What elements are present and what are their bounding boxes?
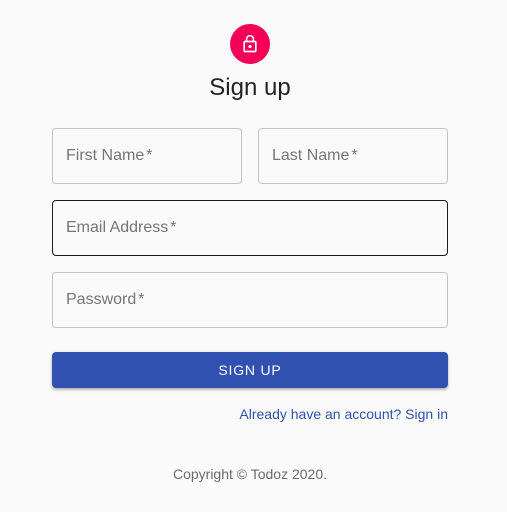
first-name-input[interactable] (53, 129, 241, 183)
avatar (230, 24, 270, 64)
password-field[interactable]: Password * (52, 272, 448, 328)
last-name-input[interactable] (259, 129, 447, 183)
sign-in-link[interactable]: Already have an account? Sign in (239, 405, 448, 423)
lock-icon (243, 34, 257, 53)
page-title: Sign up (209, 74, 291, 101)
email-field[interactable]: Email Address * (52, 200, 448, 256)
email-input[interactable] (53, 201, 447, 255)
password-input[interactable] (53, 273, 447, 327)
signup-page: Sign up First Name * Last Name * Email Add… (0, 0, 507, 512)
last-name-field[interactable]: Last Name * (258, 128, 448, 184)
copyright-text: Copyright © Todoz 2020. (172, 466, 328, 482)
sign-up-button[interactable]: SIGN UP (52, 352, 448, 388)
first-name-field[interactable]: First Name * (52, 128, 242, 184)
